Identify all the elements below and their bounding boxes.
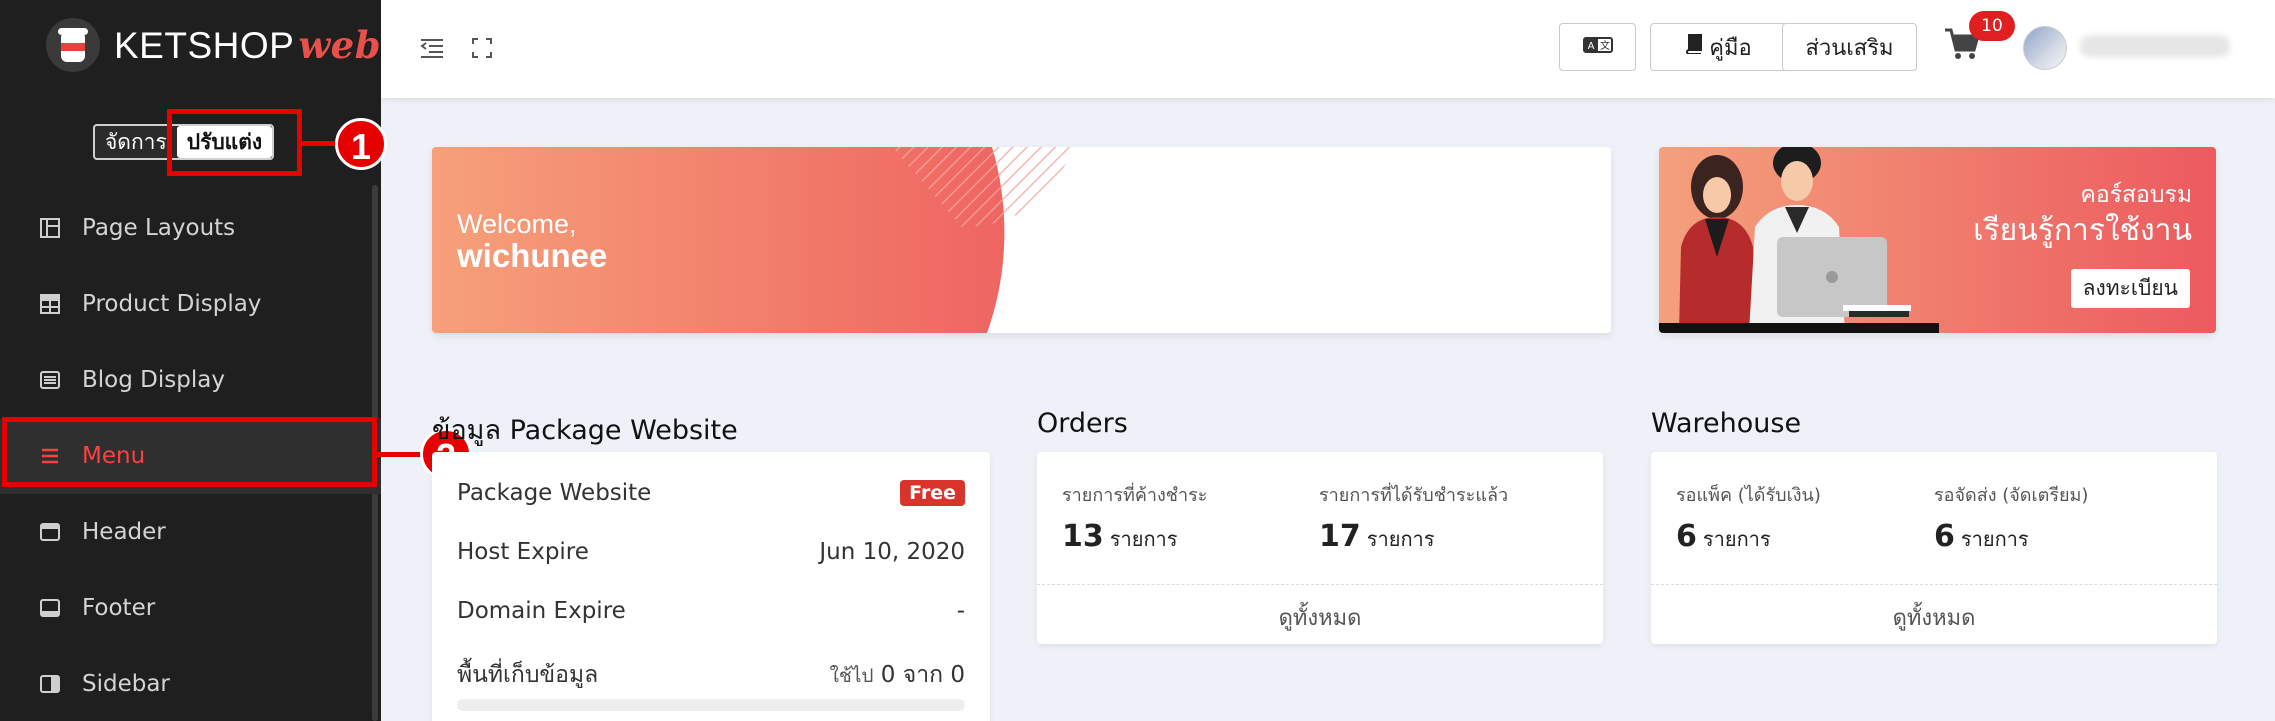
promo-line-2: เรียนรู้การใช้งาน — [1973, 213, 2192, 248]
logo[interactable]: KETSHOP web — [46, 18, 381, 72]
register-button[interactable]: ลงทะเบียน — [2070, 269, 2190, 308]
brand-name: KETSHOP — [114, 25, 295, 66]
stat-unit: รายการ — [1960, 527, 2029, 551]
header-icon — [38, 520, 62, 544]
stat-unit: รายการ — [1702, 527, 1771, 551]
storage-progress-bar — [457, 699, 965, 711]
sidebar-item-sidebar[interactable]: Sidebar — [0, 646, 381, 721]
stat-label: รายการที่ค้างชำระ — [1062, 485, 1208, 506]
sidebar-item-label: Blog Display — [82, 367, 225, 393]
storage-used-prefix: ใช้ไป — [829, 665, 874, 687]
welcome-banner-art — [432, 147, 1072, 333]
username-blurred[interactable] — [2080, 35, 2230, 57]
stat-unit: รายการ — [1366, 527, 1435, 551]
collapse-sidebar-icon[interactable] — [418, 34, 446, 62]
book-icon — [1685, 34, 1703, 60]
stat-count: 13 — [1062, 519, 1104, 554]
orders-paid-stat: รายการที่ได้รับชำระแล้ว 17 รายการ — [1319, 480, 1508, 555]
blog-list-icon — [38, 368, 62, 392]
warehouse-view-all-link[interactable]: ดูทั้งหมด — [1651, 600, 2217, 635]
brand-suffix: web — [298, 23, 382, 67]
stat-count: 6 — [1676, 519, 1697, 554]
domain-expire-label: Domain Expire — [457, 598, 626, 624]
storage-label: พื้นที่เก็บข้อมูล — [457, 662, 599, 688]
sidebar-item-footer[interactable]: Footer — [0, 570, 381, 646]
manual-label: คู่มือ — [1709, 35, 1752, 61]
welcome-banner: Welcome, wichunee — [432, 147, 1611, 333]
stat-count: 17 — [1319, 519, 1361, 554]
warehouse-section-title: Warehouse — [1651, 408, 1802, 439]
sidebar-item-label: Page Layouts — [82, 215, 236, 241]
footer-icon — [38, 596, 62, 620]
domain-expire-value: - — [956, 598, 965, 624]
warehouse-to-pack-stat: รอแพ็ค (ได้รับเงิน) 6 รายการ — [1676, 480, 1821, 555]
storage-row: พื้นที่เก็บข้อมูล ใช้ไป 0 จาก 0 — [457, 657, 965, 693]
stat-label: รอจัดส่ง (จัดเตรียม) — [1934, 485, 2089, 506]
avatar[interactable] — [2023, 26, 2067, 70]
sidebar-item-product-display[interactable]: Product Display — [0, 266, 381, 342]
svg-text:文: 文 — [1600, 39, 1610, 52]
sidebar-item-label: Product Display — [82, 291, 262, 317]
sidebar-item-label: Sidebar — [82, 671, 170, 697]
annotation-number-1: 1 — [335, 118, 387, 170]
storage-of: จาก — [902, 662, 944, 688]
package-section-title: ข้อมูล Package Website — [432, 415, 738, 446]
sidebar-item-label: Footer — [82, 595, 156, 621]
page-layout-icon — [38, 216, 62, 240]
card-divider — [1037, 584, 1603, 585]
addons-button[interactable]: ส่วนเสริม — [1782, 23, 1917, 71]
cart-count-badge: 10 — [1969, 11, 2015, 41]
translate-icon: A文 — [1582, 35, 1613, 60]
card-divider — [1651, 584, 2217, 585]
cart-icon — [1943, 28, 1981, 66]
host-expire-row: Host Expire Jun 10, 2020 — [457, 539, 965, 565]
host-expire-value: Jun 10, 2020 — [819, 539, 965, 565]
orders-section-title: Orders — [1037, 408, 1128, 439]
domain-expire-row: Domain Expire - — [457, 598, 965, 624]
stat-unit: รายการ — [1109, 527, 1178, 551]
warehouse-to-ship-stat: รอจัดส่ง (จัดเตรียม) 6 รายการ — [1934, 480, 2088, 555]
host-expire-label: Host Expire — [457, 539, 589, 565]
package-card: Package Website Free Host Expire Jun 10,… — [432, 452, 990, 721]
welcome-username: wichunee — [457, 237, 608, 274]
manual-button[interactable]: คู่มือ — [1650, 23, 1787, 71]
orders-card: รายการที่ค้างชำระ 13 รายการ รายการที่ได้ร… — [1037, 452, 1603, 644]
training-promo-banner[interactable]: คอร์สอบรม เรียนรู้การใช้งาน ลงทะเบียน — [1659, 147, 2216, 333]
package-label: Package Website — [457, 480, 652, 506]
storage-used: 0 — [880, 662, 896, 688]
addons-label: ส่วนเสริม — [1805, 35, 1894, 61]
welcome-greeting: Welcome, — [457, 209, 577, 239]
mode-manage-option[interactable]: จัดการ — [95, 126, 177, 158]
svg-text:A: A — [1587, 41, 1594, 52]
annotation-highlight-menu — [2, 417, 377, 487]
logo-cup-icon — [46, 18, 100, 72]
orders-pending-stat: รายการที่ค้างชำระ 13 รายการ — [1062, 480, 1207, 555]
sidebar-item-label: Header — [82, 519, 166, 545]
sidebar-icon — [38, 672, 62, 696]
storage-total: 0 — [950, 662, 965, 688]
warehouse-card: รอแพ็ค (ได้รับเงิน) 6 รายการ รอจัดส่ง (จั… — [1651, 452, 2217, 644]
orders-view-all-link[interactable]: ดูทั้งหมด — [1037, 600, 1603, 635]
sidebar-item-blog-display[interactable]: Blog Display — [0, 342, 381, 418]
free-badge: Free — [900, 480, 965, 506]
translate-button[interactable]: A文 — [1559, 23, 1636, 71]
stat-label: รอแพ็ค (ได้รับเงิน) — [1676, 485, 1821, 506]
annotation-highlight-customize — [167, 109, 302, 176]
fullscreen-icon[interactable] — [468, 34, 496, 62]
stat-label: รายการที่ได้รับชำระแล้ว — [1319, 485, 1509, 506]
stat-count: 6 — [1934, 519, 1955, 554]
package-row: Package Website Free — [457, 480, 965, 506]
sidebar-item-page-layouts[interactable]: Page Layouts — [0, 190, 381, 266]
grid-icon — [38, 292, 62, 316]
storage-usage: ใช้ไป 0 จาก 0 — [830, 657, 965, 693]
sidebar-item-header[interactable]: Header — [0, 494, 381, 570]
